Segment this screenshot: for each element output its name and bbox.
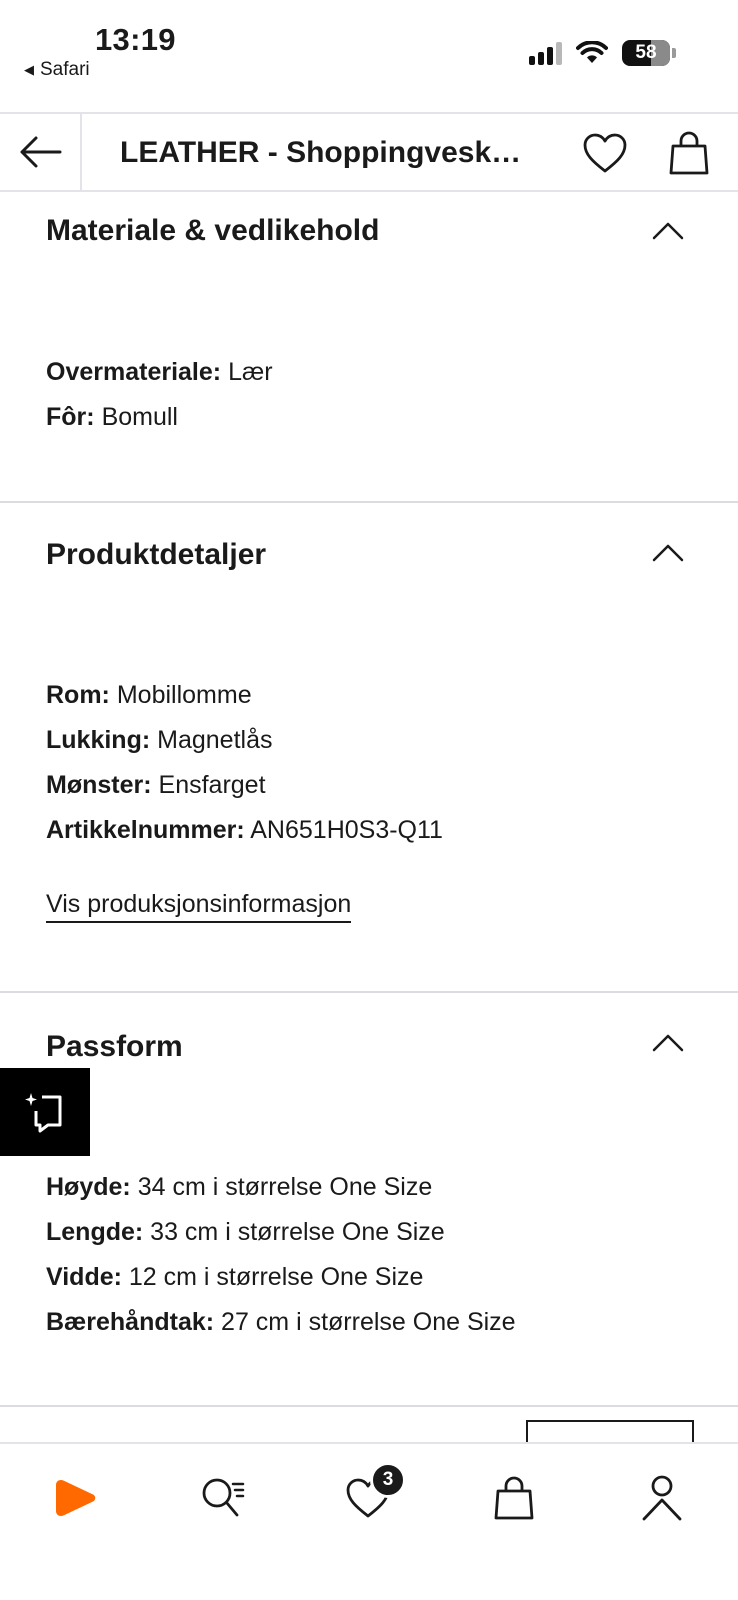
back-triangle-icon: ◀ (24, 62, 34, 77)
status-icons: 58 (529, 40, 676, 66)
detail-lining: Fôr: Bomull (46, 403, 178, 432)
back-app-label: Safari (40, 59, 90, 80)
detail-value: Bomull (101, 403, 178, 431)
detail-label: Rom: (46, 681, 110, 709)
sparkle-feedback-icon (25, 1093, 62, 1133)
detail-value: Mobillomme (116, 681, 252, 709)
bag-icon (494, 1476, 534, 1520)
nav-wishlist[interactable]: 3 (338, 1462, 406, 1528)
chevron-up-icon[interactable] (650, 1030, 686, 1054)
detail-value: Lær (228, 358, 273, 386)
page-title: LEATHER - Shoppingvesk… (120, 136, 522, 169)
section-title-material[interactable]: Materiale & vedlikehold (46, 214, 379, 248)
cellular-signal-icon (529, 41, 562, 65)
divider (0, 1405, 738, 1407)
detail-compartment: Rom: Mobillomme (46, 681, 252, 710)
wishlist-count-badge: 3 (370, 1462, 406, 1498)
detail-label: Bærehåndtak: (46, 1308, 215, 1336)
detail-upper-material: Overmateriale: Lær (46, 358, 273, 387)
divider (0, 501, 738, 503)
divider (0, 991, 738, 993)
detail-closure: Lukking: Magnetlås (46, 726, 272, 755)
detail-label: Lukking: (46, 726, 151, 754)
bag-button[interactable] (666, 130, 712, 176)
detail-value: 33 cm i størrelse One Size (150, 1218, 445, 1246)
detail-value: Magnetlås (157, 726, 273, 754)
detail-label: Artikkelnummer: (46, 816, 245, 844)
battery-level: 58 (635, 42, 657, 63)
heart-icon (583, 133, 627, 173)
production-info-link[interactable]: Vis produksjonsinformasjon (46, 890, 352, 923)
back-button[interactable] (0, 114, 82, 190)
detail-value: 27 cm i størrelse One Size (221, 1308, 516, 1336)
nav-profile[interactable] (632, 1468, 692, 1528)
detail-pattern: Mønster: Ensfarget (46, 771, 266, 800)
app-header: LEATHER - Shoppingvesk… (0, 112, 738, 192)
wifi-icon (576, 41, 608, 63)
detail-label: Overmateriale: (46, 358, 222, 386)
search-icon (202, 1478, 245, 1517)
detail-article-number: Artikkelnummer: AN651H0S3-Q11 (46, 816, 443, 845)
detail-value: Ensfarget (158, 771, 266, 799)
profile-icon (642, 1475, 682, 1521)
detail-length: Lengde: 33 cm i størrelse One Size (46, 1218, 445, 1247)
chevron-up-icon[interactable] (650, 218, 686, 242)
chevron-up-icon[interactable] (650, 540, 686, 564)
nav-home[interactable] (46, 1468, 106, 1528)
back-to-safari[interactable]: ◀ Safari (24, 59, 90, 81)
detail-value: 34 cm i størrelse One Size (137, 1173, 433, 1201)
detail-value: 12 cm i størrelse One Size (128, 1263, 424, 1291)
detail-label: Mønster: (46, 771, 152, 799)
detail-handle: Bærehåndtak: 27 cm i størrelse One Size (46, 1308, 516, 1337)
nav-search[interactable] (193, 1468, 253, 1528)
battery-icon: 58 (622, 40, 670, 66)
section-title-fit[interactable]: Passform (46, 1030, 183, 1064)
status-time: 13:19 (95, 22, 176, 57)
shopping-bag-icon (669, 131, 709, 175)
home-logo-icon (56, 1480, 96, 1516)
section-title-details[interactable]: Produktdetaljer (46, 538, 266, 572)
detail-label: Høyde: (46, 1173, 131, 1201)
detail-height: Høyde: 34 cm i størrelse One Size (46, 1173, 432, 1202)
detail-label: Lengde: (46, 1218, 144, 1246)
detail-width: Vidde: 12 cm i størrelse One Size (46, 1263, 423, 1292)
nav-bag[interactable] (484, 1468, 544, 1528)
floating-feedback-button[interactable] (0, 1068, 90, 1156)
wishlist-button[interactable] (582, 130, 628, 176)
detail-value: AN651H0S3-Q11 (250, 816, 443, 844)
arrow-left-icon (20, 136, 62, 168)
status-bar: 13:19 ◀ Safari 58 (0, 0, 738, 112)
detail-label: Fôr: (46, 403, 95, 431)
bottom-nav: 3 (0, 1442, 738, 1600)
detail-label: Vidde: (46, 1263, 122, 1291)
